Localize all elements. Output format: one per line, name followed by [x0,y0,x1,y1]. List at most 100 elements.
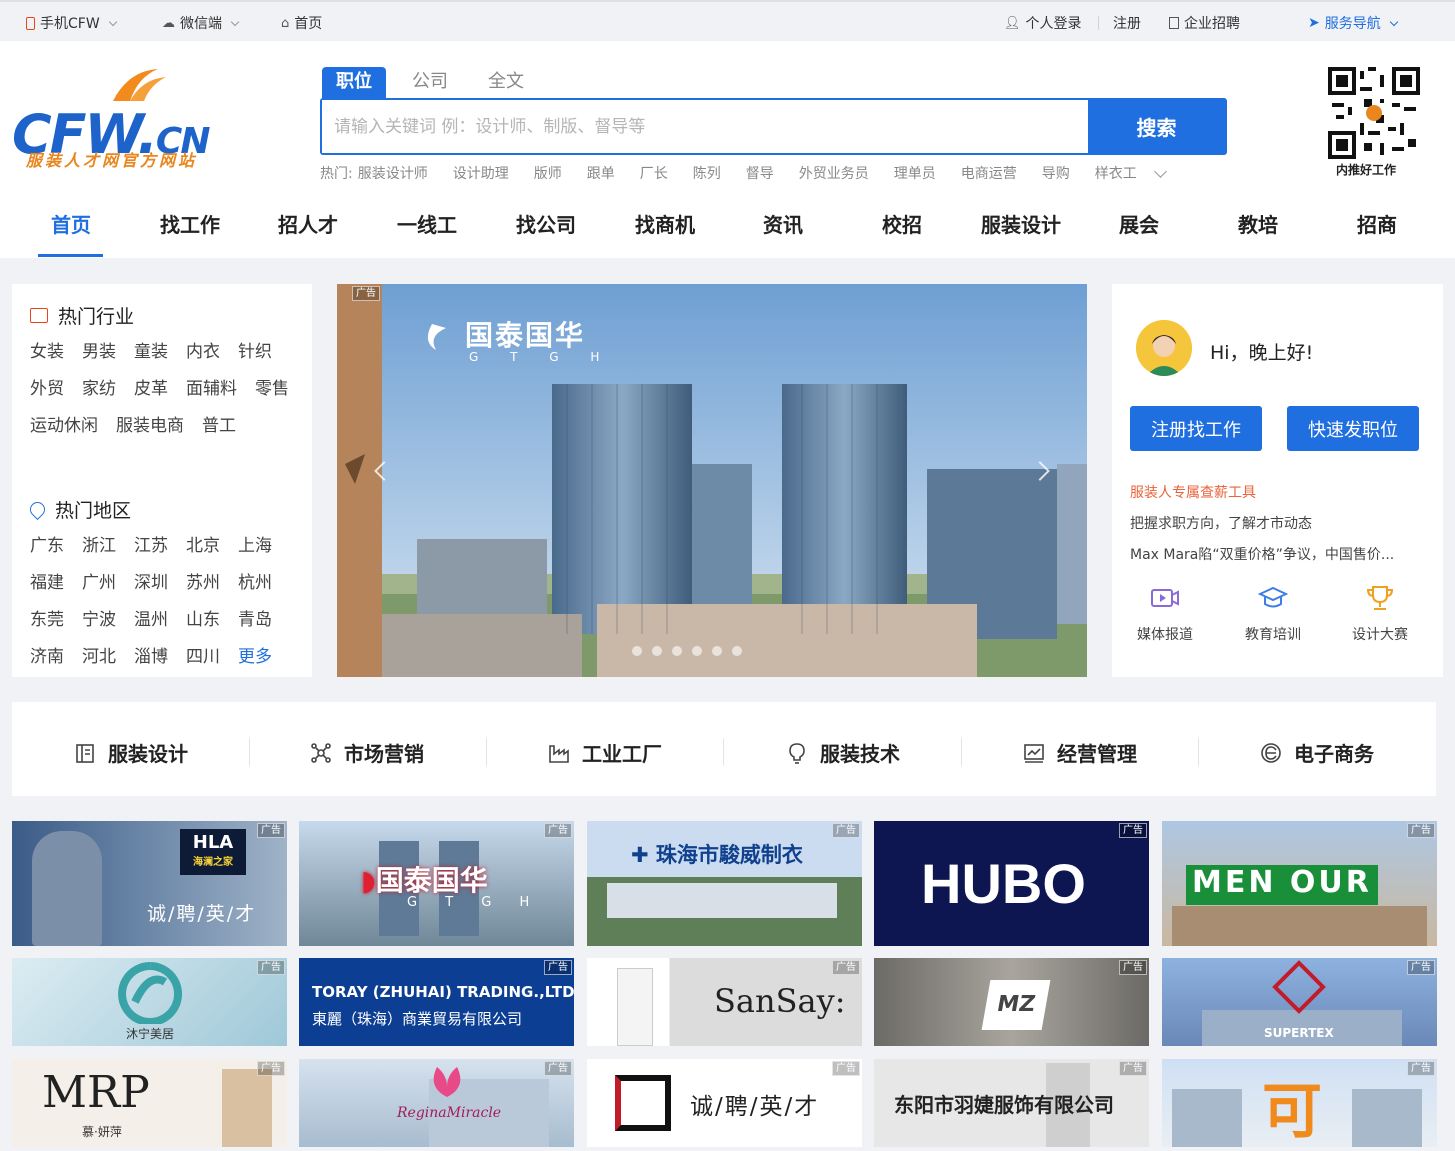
region-tag[interactable]: 深圳 [134,571,168,595]
hot-keyword[interactable]: 陈列 [693,163,721,183]
nav-home[interactable]: 首页 [51,209,91,238]
ad-card-mz[interactable]: MZ 广告 [874,958,1149,1046]
category-fashion-design[interactable]: 服装设计 [74,738,188,767]
region-tag[interactable]: 苏州 [186,571,220,595]
region-tag[interactable]: 浙江 [82,534,116,558]
ad-card-menour[interactable]: MEN OUR 广告 [1162,821,1437,946]
category-marketing[interactable]: 市场营销 [310,738,424,767]
carousel-dot[interactable] [712,646,722,656]
nav-training[interactable]: 教培 [1238,209,1278,238]
carousel-dot[interactable] [672,646,682,656]
industry-tag[interactable]: 男装 [82,340,116,364]
post-job-button[interactable]: 快速发职位 [1287,406,1419,451]
industry-tag[interactable]: 服装电商 [116,414,184,438]
nav-expo[interactable]: 展会 [1119,209,1159,238]
ad-card-recruit[interactable]: 诚/聘/英/才 广告 [587,1059,862,1147]
region-tag[interactable]: 温州 [134,608,168,632]
ad-card-hla[interactable]: HLA 海澜之家 诚/聘/英/才 广告 [12,821,287,946]
nav-find-job[interactable]: 找工作 [160,209,220,238]
hot-keyword[interactable]: 跟单 [587,163,615,183]
hot-keyword[interactable]: 理单员 [894,163,936,183]
hot-keyword[interactable]: 厂长 [640,163,668,183]
login-link[interactable]: 👤︎ 个人登录 [1004,13,1082,33]
tab-company[interactable]: 公司 [398,67,462,99]
industry-tag[interactable]: 零售 [255,377,289,401]
ad-card-yujie[interactable]: 东阳市羽婕服饰有限公司 广告 [874,1059,1149,1147]
ad-card-mrp[interactable]: MRP 慕·妍萍 广告 [12,1059,287,1147]
industry-tag[interactable]: 皮革 [134,377,168,401]
salary-tool-link[interactable]: 服装人专属查薪工具 [1130,482,1256,502]
ad-card-regina[interactable]: ReginaMiracle 广告 [299,1059,574,1147]
industry-tag[interactable]: 家纺 [82,377,116,401]
tab-fulltext[interactable]: 全文 [474,67,538,99]
industry-tag[interactable]: 针织 [238,340,272,364]
carousel-dot[interactable] [692,646,702,656]
nav-recruit[interactable]: 招人才 [278,209,338,238]
region-tag[interactable]: 福建 [30,571,64,595]
region-tag[interactable]: 东莞 [30,608,64,632]
wechat-link[interactable]: ☁ 微信端 [162,13,240,33]
industry-tag[interactable]: 内衣 [186,340,220,364]
design-contest-link[interactable]: 设计大赛 [1342,584,1418,644]
industry-tag[interactable]: 面辅料 [186,377,237,401]
region-tag[interactable]: 上海 [238,534,272,558]
region-tag[interactable]: 杭州 [238,571,272,595]
ad-card-hubo[interactable]: HUBO 广告 [874,821,1149,946]
region-tag[interactable]: 北京 [186,534,220,558]
region-tag[interactable]: 河北 [82,645,116,669]
ad-card-gtgh[interactable]: ◗国泰国华 G T G H 广告 [299,821,574,946]
industry-tag[interactable]: 女装 [30,340,64,364]
news-link[interactable]: Max Mara陷“双重价格”争议，中国售价... [1130,544,1394,564]
nav-design[interactable]: 服装设计 [981,209,1061,238]
region-tag[interactable]: 淄博 [134,645,168,669]
hot-keyword[interactable]: 外贸业务员 [799,163,869,183]
category-technology[interactable]: 服装技术 [786,738,900,767]
home-link[interactable]: ⌂ 首页 [281,13,322,33]
region-tag[interactable]: 四川 [186,645,220,669]
carousel-dot[interactable] [632,646,642,656]
region-tag[interactable]: 广州 [82,571,116,595]
category-ecommerce[interactable]: 电子商务 [1260,738,1374,767]
industry-tag[interactable]: 童装 [134,340,168,364]
more-regions-link[interactable]: 更多 [238,645,272,669]
category-management[interactable]: 经营管理 [1023,738,1137,767]
carousel-dot[interactable] [652,646,662,656]
company-recruit-link[interactable]: 企业招聘 [1169,13,1240,33]
register-job-button[interactable]: 注册找工作 [1130,406,1262,451]
hot-keyword[interactable]: 督导 [746,163,774,183]
industry-tag[interactable]: 运动休闲 [30,414,98,438]
industry-tag[interactable]: 外贸 [30,377,64,401]
ad-card-toray[interactable]: TORAY (ZHUHAI) TRADING.,LTD. 東麗（珠海）商業貿易有… [299,958,574,1046]
ad-card-junwei[interactable]: ✚ 珠海市駿威制衣 广告 [587,821,862,946]
education-link[interactable]: 教育培训 [1235,584,1311,644]
ad-card-ke[interactable]: 可 广告 [1162,1059,1437,1147]
nav-investment[interactable]: 招商 [1357,209,1397,238]
nav-business[interactable]: 找商机 [635,209,695,238]
hot-keyword[interactable]: 电商运营 [961,163,1017,183]
hot-keyword[interactable]: 设计助理 [453,163,509,183]
ad-card-supertex[interactable]: SUPERTEX 广告 [1162,958,1437,1046]
tab-position[interactable]: 职位 [322,67,386,99]
region-tag[interactable]: 济南 [30,645,64,669]
search-input[interactable] [322,100,1088,153]
search-button[interactable]: 搜索 [1088,100,1225,153]
hero-banner-carousel[interactable]: 国泰国华 G T G H 广告 [337,284,1087,677]
region-tag[interactable]: 广东 [30,534,64,558]
hot-keyword[interactable]: 版师 [534,163,562,183]
category-factory[interactable]: 工业工厂 [548,738,662,767]
region-tag[interactable]: 山东 [186,608,220,632]
register-link[interactable]: 注册 [1113,13,1141,33]
media-report-link[interactable]: 媒体报道 [1127,584,1203,644]
hot-keyword[interactable]: 导购 [1042,163,1070,183]
industry-tag[interactable]: 普工 [202,414,236,438]
hot-keyword[interactable]: 服装设计师 [358,163,428,183]
region-tag[interactable]: 宁波 [82,608,116,632]
nav-find-company[interactable]: 找公司 [516,209,576,238]
avatar[interactable] [1136,320,1192,376]
expand-hot-chevron-icon[interactable] [1153,165,1167,178]
region-tag[interactable]: 江苏 [134,534,168,558]
nav-campus[interactable]: 校招 [882,209,922,238]
job-trend-link[interactable]: 把握求职方向，了解才市动态 [1130,513,1312,533]
ad-card-muning[interactable]: 沐宁美居 广告 [12,958,287,1046]
hot-keyword[interactable]: 样衣工 [1095,163,1137,183]
